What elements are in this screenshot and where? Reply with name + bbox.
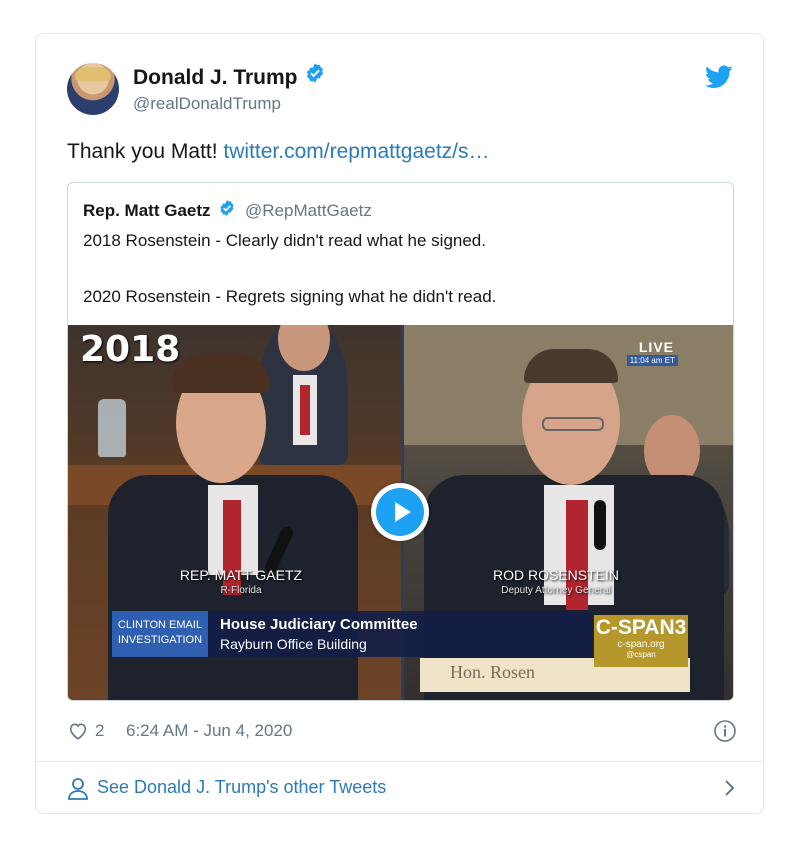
see-other-tweets-link[interactable]: See Donald J. Trump's other Tweets [67, 774, 737, 804]
live-badge: LIVE 11:04 am ET [616, 339, 678, 369]
left-speaker-name: REP. MATT GAETZ [179, 567, 303, 583]
live-time: 11:04 am ET [626, 355, 678, 366]
quoted-author-name: Rep. Matt Gaetz [83, 201, 211, 220]
play-button[interactable] [371, 483, 429, 541]
avatar[interactable] [67, 63, 119, 115]
quoted-tweet-header: Rep. Matt Gaetz @RepMattGaetz [83, 199, 372, 222]
video-player[interactable]: 2018 LIVE 11:04 am ET REP. MATT GAETZ R-… [68, 325, 733, 700]
year-label: 2018 [80, 329, 181, 370]
quoted-verified-badge-icon [218, 199, 236, 222]
cspan-url: c-span.org [617, 639, 665, 650]
right-speaker-name: ROD ROSENSTEIN [492, 567, 619, 583]
left-speaker-caption: REP. MATT GAETZ R-Florida [176, 567, 306, 596]
footer-divider [36, 761, 763, 762]
tweet-card: Donald J. Trump @realDonaldTrump Thank y… [35, 33, 764, 814]
author-name-text: Donald J. Trump [133, 66, 298, 89]
author-handle[interactable]: @realDonaldTrump [133, 94, 281, 114]
quoted-text-line2: 2020 Rosenstein - Regrets signing what h… [83, 287, 497, 306]
quoted-tweet[interactable]: Rep. Matt Gaetz @RepMattGaetz 2018 Rosen… [67, 182, 734, 701]
tweet-meta: 2 6:24 AM - Jun 4, 2020 [67, 720, 737, 742]
chevron-right-icon [723, 778, 737, 803]
left-speaker-sub: R-Florida [220, 585, 262, 596]
chyron-tag-line1: CLINTON EMAIL [117, 619, 203, 631]
info-icon[interactable] [713, 719, 737, 748]
tweet-text-body: Thank you Matt! [67, 140, 224, 163]
cspan-logo: C-SPAN3 c-span.org @cspan [594, 615, 688, 667]
right-speaker-sub: Deputy Attorney General [501, 585, 611, 596]
live-text: LIVE [638, 339, 674, 355]
cspan-twitter: @cspan [626, 650, 656, 659]
chyron-tag: CLINTON EMAIL INVESTIGATION [112, 611, 208, 657]
chyron-tag-line2: INVESTIGATION [117, 634, 203, 646]
quoted-text-line1: 2018 Rosenstein - Clearly didn't read wh… [83, 231, 486, 250]
tweet-link[interactable]: twitter.com/repmattgaetz/s… [223, 140, 489, 163]
right-speaker-caption: ROD ROSENSTEIN Deputy Attorney General [466, 567, 646, 596]
author-name[interactable]: Donald J. Trump [133, 63, 326, 90]
twitter-bird-icon[interactable] [704, 65, 733, 94]
timestamp[interactable]: 6:24 AM - Jun 4, 2020 [126, 721, 292, 741]
quoted-author-handle: @RepMattGaetz [245, 201, 372, 220]
chyron-line1: House Judiciary Committee [220, 616, 418, 633]
cspan-logo-text: C-SPAN3 [595, 616, 687, 639]
heart-icon[interactable] [67, 720, 89, 747]
see-other-tweets-label: See Donald J. Trump's other Tweets [97, 777, 387, 797]
water-bottle [98, 399, 126, 457]
play-icon [376, 488, 424, 536]
chyron-line2: Rayburn Office Building [220, 636, 367, 652]
person-icon [67, 777, 89, 806]
chyron-bar: CLINTON EMAIL INVESTIGATION House Judici… [112, 611, 592, 657]
verified-badge-icon [304, 62, 326, 90]
like-count[interactable]: 2 [95, 721, 104, 741]
tweet-text: Thank you Matt! twitter.com/repmattgaetz… [67, 140, 490, 164]
